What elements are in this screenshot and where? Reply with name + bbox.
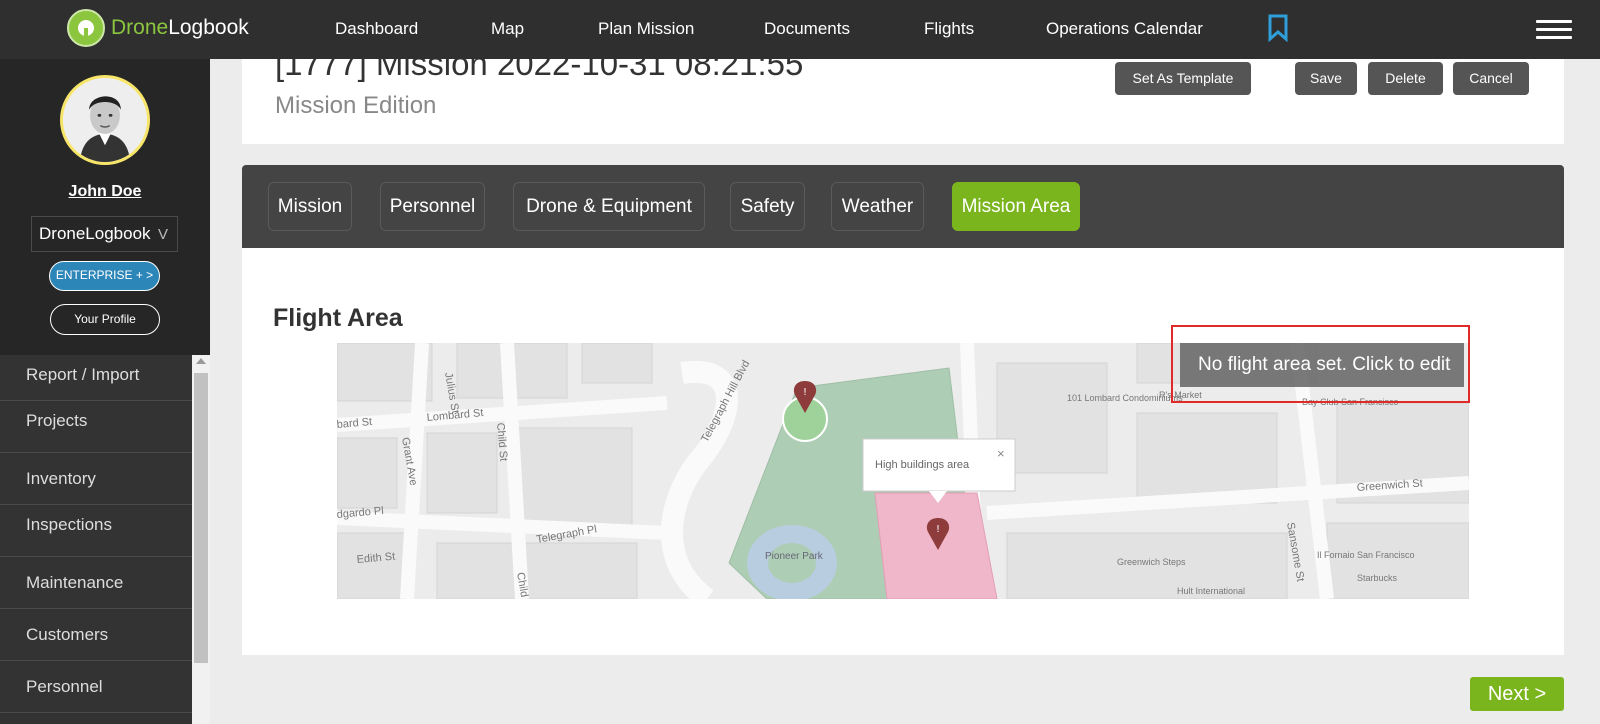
sidebar-item-maintenance[interactable]: Maintenance xyxy=(0,557,192,609)
nav-documents[interactable]: Documents xyxy=(764,19,850,39)
cancel-button[interactable]: Cancel xyxy=(1453,62,1529,95)
sidebar-item-inspections[interactable]: Inspections xyxy=(0,505,192,557)
tab-mission[interactable]: Mission xyxy=(268,182,352,231)
svg-text:Greenwich Steps: Greenwich Steps xyxy=(1117,557,1186,567)
page-subtitle: Mission Edition xyxy=(275,92,437,119)
brand-name: DroneLogbook xyxy=(111,16,249,39)
avatar[interactable] xyxy=(60,75,150,165)
tab-mission-area[interactable]: Mission Area xyxy=(952,182,1080,231)
sidebar-item-personnel[interactable]: Personnel xyxy=(0,661,192,713)
svg-text:Hult International: Hult International xyxy=(1177,586,1245,596)
svg-text:High buildings area: High buildings area xyxy=(875,459,970,471)
tab-weather[interactable]: Weather xyxy=(831,182,924,231)
organization-select[interactable]: DroneLogbook V xyxy=(31,216,178,252)
tab-personnel[interactable]: Personnel xyxy=(380,182,485,231)
flight-area-panel: Flight Area ! ! High buildings area × Lo… xyxy=(242,248,1564,655)
organization-name: DroneLogbook xyxy=(39,224,151,243)
sidebar: John Doe DroneLogbook V ENTERPRISE + > Y… xyxy=(0,59,210,724)
svg-text:Pioneer Park: Pioneer Park xyxy=(765,551,824,562)
nav-map[interactable]: Map xyxy=(491,19,524,39)
mission-header: [1777] Mission 2022-10-31 08:21:55 Missi… xyxy=(242,45,1564,144)
bookmark-icon[interactable] xyxy=(1268,14,1288,42)
next-button[interactable]: Next > xyxy=(1470,677,1564,711)
svg-text:!: ! xyxy=(803,387,807,398)
enterprise-button[interactable]: ENTERPRISE + > xyxy=(49,261,160,291)
delete-button[interactable]: Delete xyxy=(1368,62,1443,95)
sidebar-menu: Report / Import Projects Inventory Inspe… xyxy=(0,355,192,724)
sidebar-item-report-import[interactable]: Report / Import xyxy=(0,355,192,401)
svg-text:!: ! xyxy=(936,524,940,535)
svg-text:×: × xyxy=(997,446,1005,461)
sidebar-scrollbar[interactable] xyxy=(192,355,210,724)
drone-logo-icon xyxy=(67,9,105,47)
mission-tabs: Mission Personnel Drone & Equipment Safe… xyxy=(242,165,1564,248)
nav-operations-calendar[interactable]: Operations Calendar xyxy=(1046,19,1203,39)
svg-text:Starbucks: Starbucks xyxy=(1357,573,1398,583)
sidebar-item-projects[interactable]: Projects xyxy=(0,401,192,453)
top-navigation-bar: DroneLogbook Dashboard Map Plan Mission … xyxy=(0,0,1600,59)
nav-flights[interactable]: Flights xyxy=(924,19,974,39)
brand-logo[interactable]: DroneLogbook xyxy=(67,9,249,47)
hamburger-menu-icon[interactable] xyxy=(1536,20,1572,40)
user-name-link[interactable]: John Doe xyxy=(0,183,210,201)
section-title: Flight Area xyxy=(273,304,403,332)
chevron-down-icon: V xyxy=(157,226,168,243)
sidebar-item-customers[interactable]: Customers xyxy=(0,609,192,661)
nav-dashboard[interactable]: Dashboard xyxy=(335,19,418,39)
scrollbar-thumb[interactable] xyxy=(194,373,208,663)
your-profile-button[interactable]: Your Profile xyxy=(50,304,160,335)
tab-drone-equipment[interactable]: Drone & Equipment xyxy=(513,182,705,231)
save-button[interactable]: Save xyxy=(1295,62,1357,95)
tab-safety[interactable]: Safety xyxy=(730,182,805,231)
svg-text:Il Fornaio San Francisco: Il Fornaio San Francisco xyxy=(1317,550,1415,560)
set-as-template-button[interactable]: Set As Template xyxy=(1115,62,1251,95)
highlight-box xyxy=(1171,325,1470,403)
nav-plan-mission[interactable]: Plan Mission xyxy=(598,19,694,39)
scroll-up-arrow-icon[interactable] xyxy=(196,358,206,364)
user-profile-panel: John Doe DroneLogbook V ENTERPRISE + > Y… xyxy=(0,59,210,355)
sidebar-item-inventory[interactable]: Inventory xyxy=(0,453,192,505)
